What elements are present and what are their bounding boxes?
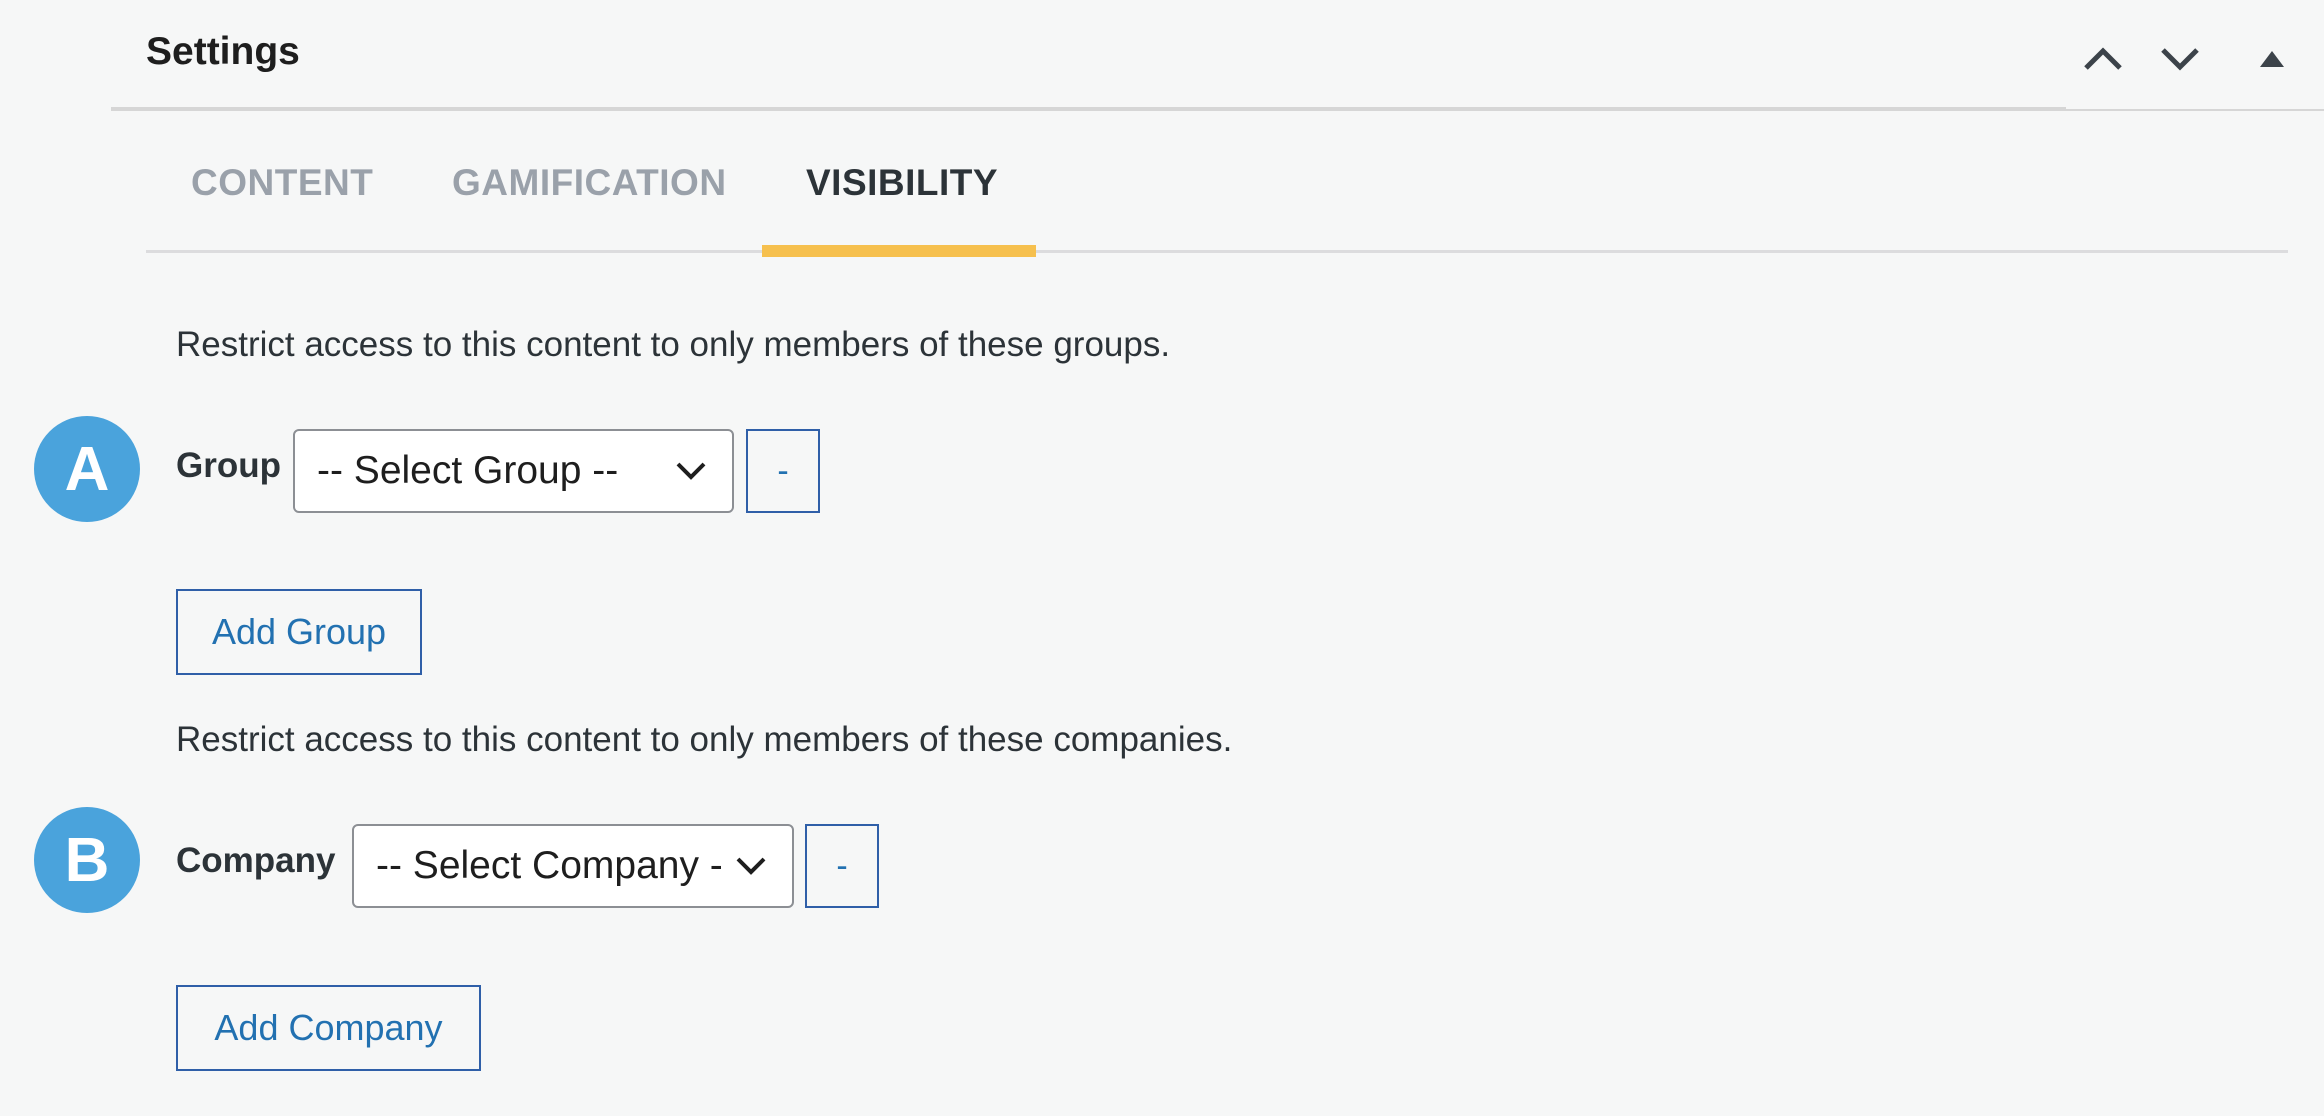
tab-visibility[interactable]: VISIBILITY [806, 162, 998, 204]
group-select[interactable]: -- Select Group -- [293, 429, 734, 513]
remove-company-button[interactable]: - [805, 824, 879, 908]
header-divider-right [2066, 109, 2324, 111]
header-divider [111, 107, 2066, 111]
move-up-button[interactable] [2076, 32, 2130, 86]
group-label: Group [176, 446, 281, 485]
tab-gamification[interactable]: GAMIFICATION [452, 162, 727, 204]
remove-group-button[interactable]: - [746, 429, 820, 513]
chevron-down-icon [724, 856, 792, 876]
company-label: Company [176, 841, 336, 880]
active-tab-indicator [762, 245, 1036, 257]
move-down-button[interactable] [2153, 32, 2207, 86]
company-restriction-description: Restrict access to this content to only … [176, 720, 1233, 759]
chevron-up-icon [2084, 47, 2122, 70]
add-company-button[interactable]: Add Company [176, 985, 481, 1071]
marker-b: B [34, 807, 140, 913]
company-select[interactable]: -- Select Company -- [352, 824, 794, 908]
company-select-value: -- Select Company -- [376, 844, 724, 887]
chevron-down-icon [2161, 48, 2199, 71]
triangle-up-icon [2260, 51, 2284, 67]
group-select-value: -- Select Group -- [317, 449, 619, 492]
marker-a: A [34, 416, 140, 522]
collapse-panel-button[interactable] [2245, 32, 2299, 86]
settings-panel: Settings CONTENT GAMIFICATION VISIBILITY… [0, 0, 2324, 1116]
tabs-divider [146, 250, 2288, 253]
tab-content[interactable]: CONTENT [191, 162, 373, 204]
chevron-down-icon [664, 461, 732, 481]
group-restriction-description: Restrict access to this content to only … [176, 325, 1171, 364]
panel-title: Settings [146, 30, 300, 73]
add-group-button[interactable]: Add Group [176, 589, 422, 675]
